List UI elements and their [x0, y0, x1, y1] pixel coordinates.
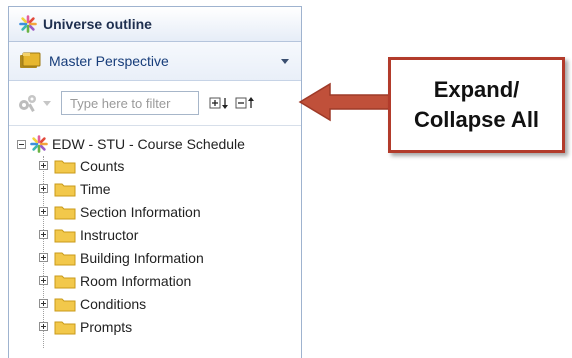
folder-icon [54, 229, 76, 242]
panel-title: Universe outline [43, 16, 152, 32]
tree-folder-label: Instructor [80, 226, 139, 243]
folder-icon [54, 160, 76, 173]
perspective-label: Master Perspective [49, 53, 169, 69]
callout-arrow-icon [298, 82, 391, 122]
tree-folder-building-information[interactable]: Building Information [39, 246, 301, 269]
expand-all-button[interactable] [209, 96, 231, 110]
callout-line-1: Expand/ [433, 77, 520, 102]
tree-folder-counts[interactable]: Counts [39, 154, 301, 177]
tree-folder-label: Room Information [80, 272, 192, 289]
collapse-all-button[interactable] [235, 96, 257, 110]
collapse-toggle-icon[interactable] [17, 139, 26, 149]
chevron-down-icon[interactable] [281, 59, 289, 64]
folder-icon [54, 321, 76, 334]
tree-folder-label: Building Information [80, 249, 204, 266]
filter-input[interactable] [61, 91, 199, 115]
universe-outline-panel: Universe outline Master Perspective Type… [8, 6, 302, 358]
folder-icon [54, 275, 76, 288]
tree-folder-label: Prompts [80, 318, 133, 335]
tree-folder-conditions[interactable]: Conditions [39, 292, 301, 315]
panel-header: Universe outline [9, 7, 301, 42]
tree-root-node[interactable]: EDW - STU - Course Schedule [17, 134, 301, 154]
tree-folder-room-information[interactable]: Room Information [39, 269, 301, 292]
perspective-dropdown[interactable]: Master Perspective [9, 42, 301, 81]
tree-folder-label: Conditions [80, 295, 147, 312]
tree-folder-label: Section Information [80, 203, 201, 220]
tree-folder-time[interactable]: Time [39, 177, 301, 200]
tree-root-label: EDW - STU - Course Schedule [52, 136, 245, 152]
folder-icon [54, 206, 76, 219]
tree-folder-prompts[interactable]: Prompts [39, 315, 301, 338]
tree-folder-instructor[interactable]: Instructor [39, 223, 301, 246]
expand-toggle-icon[interactable] [39, 299, 48, 308]
callout-line-2: Collapse All [413, 107, 540, 132]
collapse-all-icon [235, 97, 254, 109]
expand-toggle-icon[interactable] [39, 161, 48, 170]
outline-tree: EDW - STU - Course Schedule Counts Time … [9, 126, 301, 348]
tree-folder-label: Counts [80, 157, 125, 174]
universe-star-icon [30, 135, 48, 153]
expand-toggle-icon[interactable] [39, 184, 48, 193]
tree-folder-label: Time [80, 180, 111, 197]
folder-icon [54, 183, 76, 196]
tools-menu-button[interactable] [17, 93, 51, 113]
chevron-down-icon [43, 100, 51, 106]
outline-toolbar [9, 81, 301, 126]
folder-icon [54, 252, 76, 265]
universe-star-icon [19, 15, 37, 33]
folder-icon [54, 298, 76, 311]
expand-collapse-callout: Expand/ Collapse All [388, 57, 565, 153]
expand-all-icon [209, 97, 228, 109]
expand-toggle-icon[interactable] [39, 230, 48, 239]
gears-icon [19, 95, 36, 112]
tree-folder-section-information[interactable]: Section Information [39, 200, 301, 223]
expand-toggle-icon[interactable] [39, 276, 48, 285]
expand-toggle-icon[interactable] [39, 253, 48, 262]
expand-toggle-icon[interactable] [39, 207, 48, 216]
folder-stack-icon [20, 52, 41, 68]
expand-toggle-icon[interactable] [39, 322, 48, 331]
